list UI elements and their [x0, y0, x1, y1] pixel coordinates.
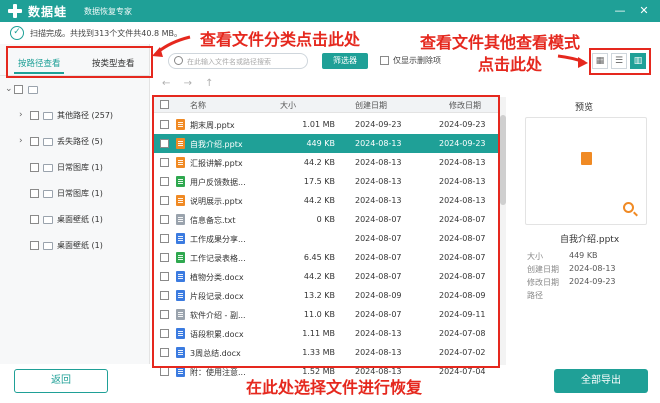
tree-checkbox[interactable]	[30, 163, 39, 172]
folder-icon	[43, 190, 53, 198]
meta-label: 大小	[527, 252, 543, 261]
file-list-scrollbar[interactable]	[500, 97, 506, 365]
left-panel: 按路径查看 按类型查看 ⌄ › 其他路径 (257) › 丢失路径 (5) 日常…	[0, 44, 150, 364]
meta-label: 路径	[527, 291, 543, 300]
search-icon	[174, 56, 183, 65]
checkbox-box[interactable]	[380, 56, 389, 65]
preview-title: 预览	[575, 103, 594, 113]
tree-checkbox[interactable]	[30, 215, 39, 224]
arrowhead-icon	[152, 47, 163, 57]
chevron-right-icon[interactable]: ›	[19, 110, 23, 120]
chevron-down-icon[interactable]: ⌄	[5, 84, 13, 94]
annotation-category-hint: 查看文件分类点击此处	[200, 30, 361, 49]
meta-created: 创建日期 2024-08-13	[527, 264, 616, 275]
tree-item-label: 桌面壁纸 (1)	[57, 215, 103, 224]
meta-value: 2024-09-23	[569, 277, 616, 286]
tree-item-label: 日常图库 (1)	[57, 163, 103, 172]
folder-icon	[43, 112, 53, 120]
meta-modified: 修改日期 2024-09-23	[527, 277, 616, 288]
filter-button[interactable]: 筛选器	[322, 53, 368, 69]
tree-checkbox[interactable]	[30, 241, 39, 250]
title-bar: 数据蛙 数据恢复专家 — ✕	[0, 0, 660, 22]
back-arrow-icon[interactable]: ←	[162, 78, 170, 89]
annotation-view-mode-hint-2: 点击此处	[478, 55, 543, 74]
annotation-box-category-tabs	[6, 46, 153, 78]
chevron-right-icon[interactable]: ›	[19, 136, 23, 146]
modified-date-cell: 2024-07-04	[439, 367, 486, 376]
tree-item[interactable]: › 丢失路径 (5)	[0, 132, 150, 152]
minimize-icon[interactable]: —	[612, 3, 628, 19]
tree-item-label: 日常图库 (1)	[57, 189, 103, 198]
show-deleted-label: 仅显示删除项	[393, 56, 441, 65]
tree-item-label: 丢失路径 (5)	[57, 137, 103, 146]
meta-label: 创建日期	[527, 265, 559, 274]
up-arrow-icon[interactable]: ↑	[205, 78, 213, 89]
meta-label: 修改日期	[527, 278, 559, 287]
meta-size: 大小 449 KB	[527, 251, 598, 262]
forward-arrow-icon[interactable]: →	[184, 78, 192, 89]
annotation-view-mode-hint-1: 查看文件其他查看模式	[420, 33, 581, 52]
tree-item[interactable]: 桌面壁纸 (1)	[0, 236, 150, 256]
annotation-select-hint: 在此处选择文件进行恢复	[246, 378, 423, 397]
folder-icon	[43, 216, 53, 224]
tree-checkbox[interactable]	[30, 111, 39, 120]
app-subtitle: 数据恢复专家	[84, 7, 132, 16]
tree-item[interactable]: 日常图库 (1)	[0, 184, 150, 204]
frog-logo-icon	[8, 4, 22, 18]
back-button[interactable]: 返回	[14, 369, 108, 393]
tree-checkbox[interactable]	[14, 85, 23, 94]
tree-item[interactable]: › 其他路径 (257)	[0, 106, 150, 126]
tree-item-label: 桌面壁纸 (1)	[57, 241, 103, 250]
tree-checkbox[interactable]	[30, 189, 39, 198]
export-all-button[interactable]: 全部导出	[554, 369, 648, 393]
close-icon[interactable]: ✕	[636, 3, 652, 19]
row-checkbox[interactable]	[160, 367, 169, 376]
zoom-icon[interactable]	[623, 202, 634, 213]
tree-checkbox[interactable]	[30, 137, 39, 146]
app-name: 数据蛙	[28, 5, 68, 19]
scrollbar-thumb[interactable]	[500, 115, 506, 205]
tree-item[interactable]: 桌面壁纸 (1)	[0, 210, 150, 230]
nav-arrows: ← → ↑	[162, 78, 214, 89]
arrowhead-icon	[578, 57, 588, 68]
preview-box	[525, 117, 647, 225]
folder-icon	[43, 242, 53, 250]
drive-icon	[28, 86, 38, 94]
annotation-box-view-modes	[589, 48, 651, 75]
annotation-arrow-right	[557, 54, 585, 64]
folder-icon	[43, 138, 53, 146]
preview-file-name: 自我介绍.pptx	[560, 235, 620, 245]
tree-root[interactable]: ⌄	[0, 80, 150, 100]
check-circle-icon: ✓	[10, 26, 24, 40]
tree-item[interactable]: 日常图库 (1)	[0, 158, 150, 178]
search-input[interactable]: 在此输入文件名或路径搜索	[168, 53, 308, 69]
annotation-box-file-list	[152, 95, 500, 368]
pptx-file-icon	[581, 152, 592, 165]
folder-icon	[43, 164, 53, 172]
meta-value: 449 KB	[569, 251, 598, 260]
meta-value: 2024-08-13	[569, 264, 616, 273]
scan-status-text: 扫描完成。共找到313个文件共40.8 MB。	[30, 29, 183, 38]
search-placeholder: 在此输入文件名或路径搜索	[187, 58, 271, 66]
meta-path: 路径	[527, 290, 543, 301]
tree-item-label: 其他路径 (257)	[57, 111, 114, 120]
